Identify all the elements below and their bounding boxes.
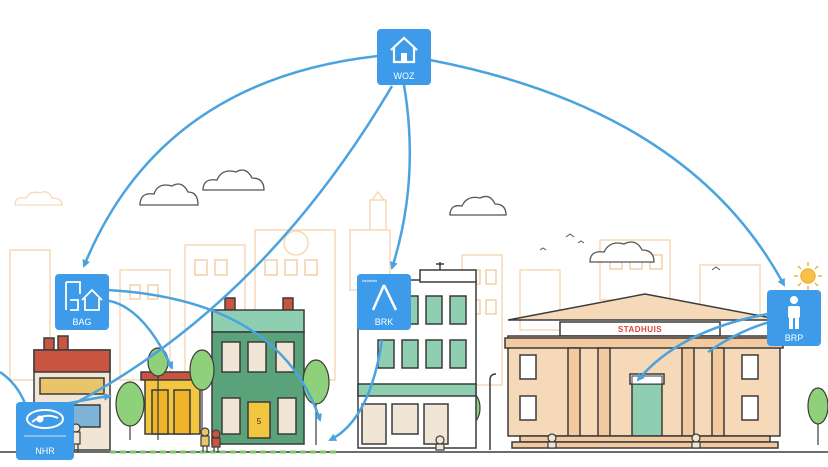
cloud xyxy=(14,191,63,206)
tree xyxy=(807,387,828,445)
nhr-label: NHR xyxy=(35,446,55,456)
brk-node[interactable]: kadaster BRK xyxy=(357,274,411,330)
arrow-woz-to-brk xyxy=(390,84,412,270)
nhr-node[interactable]: NHR xyxy=(16,402,74,460)
stadhuis-building xyxy=(504,293,784,449)
cloud xyxy=(202,169,265,191)
cloud xyxy=(139,183,199,206)
sun-icon xyxy=(794,262,822,290)
tree xyxy=(302,359,330,445)
tree xyxy=(115,381,145,440)
woz-node[interactable]: WOZ xyxy=(377,29,431,85)
woz-label: WOZ xyxy=(394,71,415,81)
person-figure xyxy=(691,433,701,449)
arrow-woz-to-bag xyxy=(82,54,379,268)
brp-node[interactable]: BRP xyxy=(767,290,821,346)
brk-sublabel: kadaster xyxy=(362,278,378,283)
brk-label: BRK xyxy=(375,317,394,327)
city-scene-diagram: 5 STADHUIS WOZ BAG kadaster BRK BRP NHR xyxy=(0,29,828,460)
brp-label: BRP xyxy=(785,333,804,343)
pointer-marker xyxy=(631,375,663,385)
house-number: 5 xyxy=(257,417,262,426)
person-figure xyxy=(211,429,221,452)
cloud xyxy=(449,195,507,216)
bag-label: BAG xyxy=(72,317,91,327)
person-figure xyxy=(547,433,557,449)
stadhuis-sign: STADHUIS xyxy=(618,325,662,334)
bag-node[interactable]: BAG xyxy=(55,274,109,330)
person-figure xyxy=(435,435,445,451)
person-figure xyxy=(200,427,210,452)
